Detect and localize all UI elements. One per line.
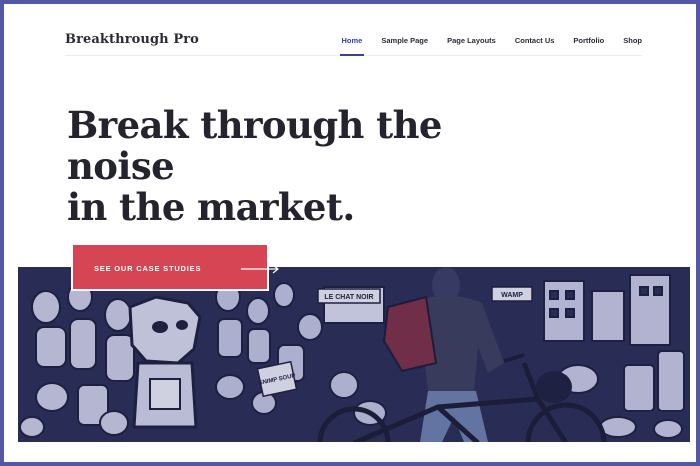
nav-item-shop[interactable]: Shop bbox=[623, 36, 642, 45]
nav-item-sample-page[interactable]: Sample Page bbox=[381, 36, 428, 45]
nav-item-portfolio[interactable]: Portfolio bbox=[573, 36, 604, 45]
case-studies-button-label: SEE OUR CASE STUDIES bbox=[94, 264, 202, 273]
street-mural-illustration: LE CHAT NOIR WAMP SNIMP SOUP bbox=[18, 267, 690, 442]
browser-frame: Breakthrough Pro Home Sample Page Page L… bbox=[0, 0, 700, 466]
hero-headline-line-2: in the market. bbox=[67, 185, 355, 229]
case-studies-button[interactable]: SEE OUR CASE STUDIES bbox=[71, 243, 279, 291]
site-title[interactable]: Breakthrough Pro bbox=[65, 32, 199, 47]
nav-item-contact-us[interactable]: Contact Us bbox=[515, 36, 555, 45]
hero-headline: Break through the noise in the market. bbox=[67, 105, 537, 228]
hero-image: LE CHAT NOIR WAMP SNIMP SOUP bbox=[18, 267, 690, 442]
nav-item-page-layouts[interactable]: Page Layouts bbox=[447, 36, 496, 45]
site-header: Breakthrough Pro Home Sample Page Page L… bbox=[65, 28, 642, 56]
nav-item-home[interactable]: Home bbox=[339, 36, 365, 56]
main-nav: Home Sample Page Page Layouts Contact Us… bbox=[339, 36, 642, 56]
long-arrow-right-icon bbox=[241, 264, 279, 274]
hero-headline-line-1: Break through the noise bbox=[67, 103, 442, 188]
